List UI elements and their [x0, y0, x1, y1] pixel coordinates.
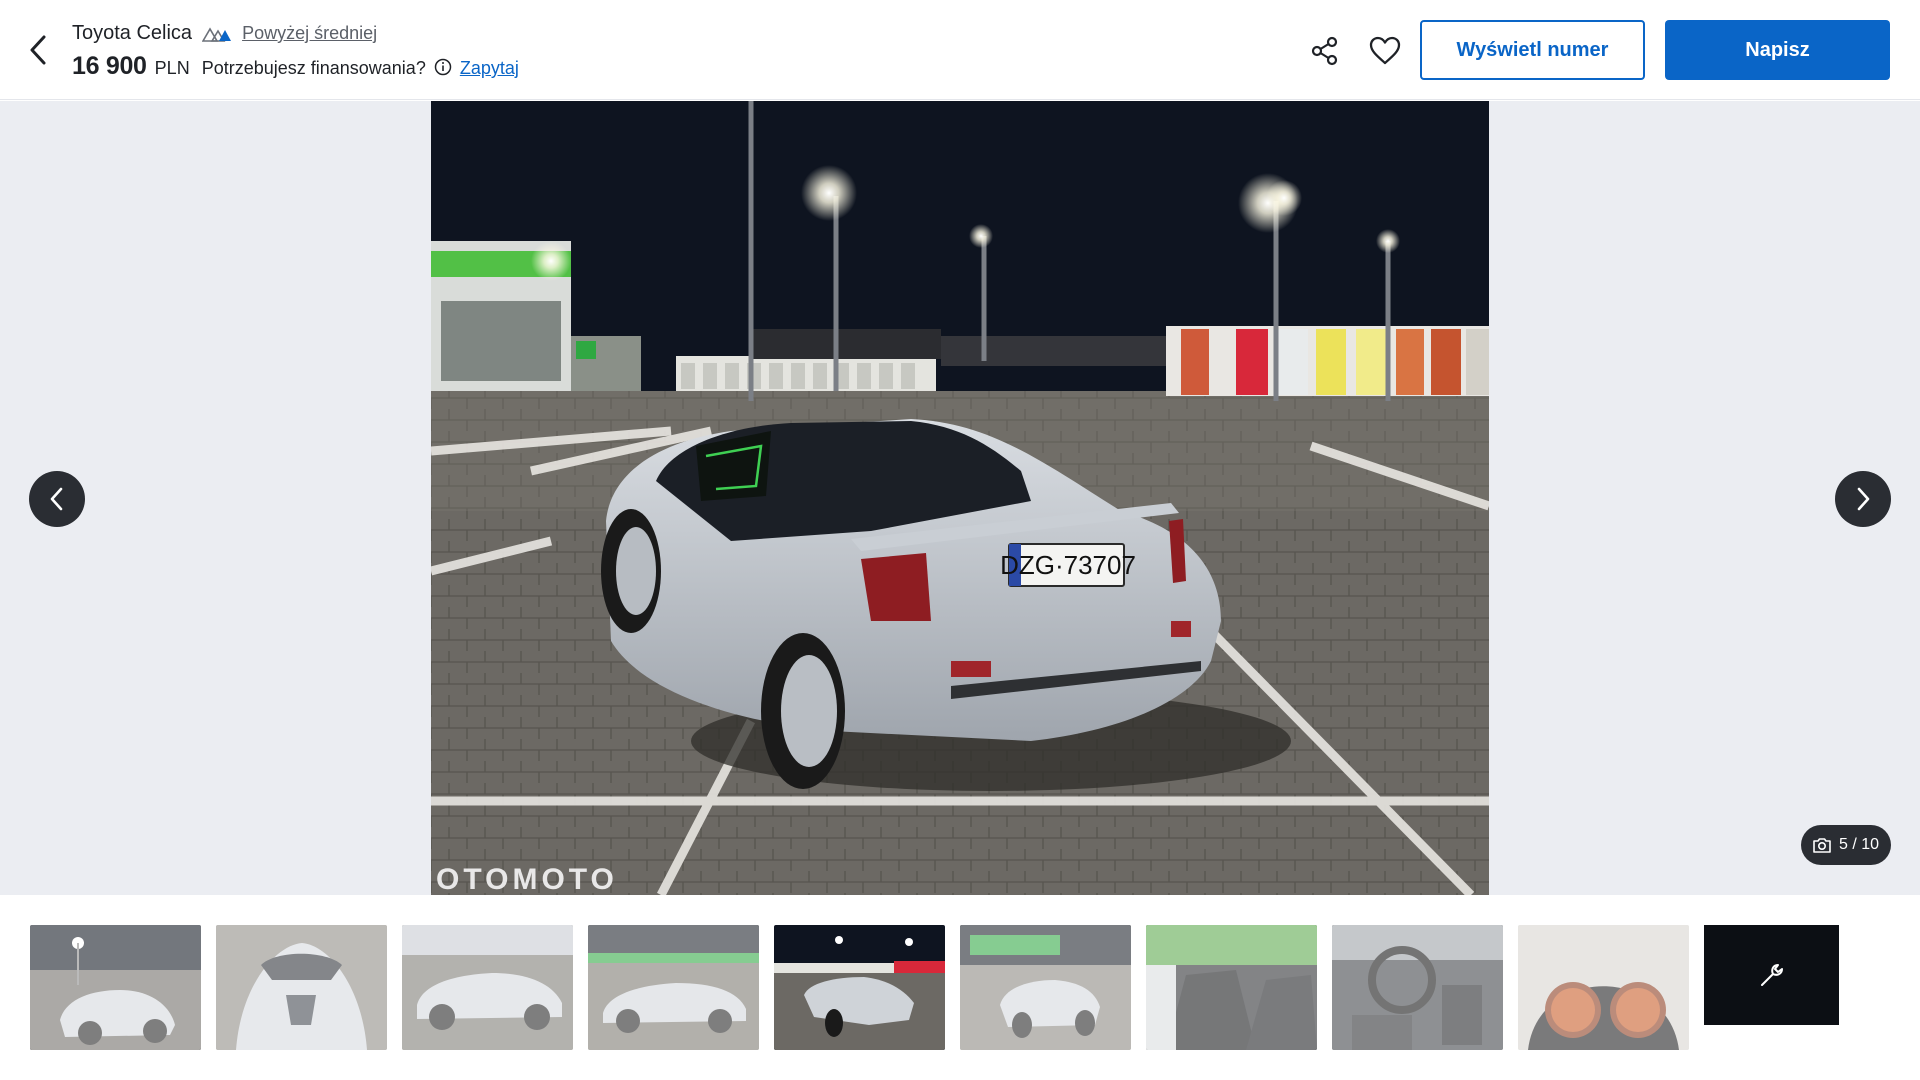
car-photo-illustration: DZG·73707 [431, 101, 1489, 895]
financing-question: Potrzebujesz finansowania? [201, 58, 426, 78]
thumbnail-image [30, 925, 201, 1050]
title-line: Toyota Celica Powyżej średniej [72, 22, 377, 45]
chevron-left-icon [30, 35, 46, 65]
main-photo[interactable]: DZG·73707 [431, 101, 1489, 895]
price-indicator-icon [202, 26, 232, 42]
thumbnail-8[interactable] [1332, 925, 1503, 1050]
more-photos-button[interactable] [1704, 925, 1839, 1025]
price-currency: PLN [154, 58, 190, 78]
write-message-button[interactable]: Napisz [1665, 20, 1890, 80]
thumbnail-image [960, 925, 1131, 1050]
thumbnail-4[interactable] [588, 925, 759, 1050]
back-button[interactable] [22, 30, 54, 70]
info-icon[interactable] [434, 58, 452, 76]
thumbnail-1[interactable] [30, 925, 201, 1050]
thumbnail-7[interactable] [1146, 925, 1317, 1050]
license-plate-text: DZG·73707 [1000, 550, 1136, 580]
price-evaluation-badge[interactable]: Powyżej średniej [242, 23, 377, 44]
thumbnail-6[interactable] [960, 925, 1131, 1050]
ask-financing-link[interactable]: Zapytaj [460, 58, 519, 79]
thumbnail-2[interactable] [216, 925, 387, 1050]
price-line: 16 900 PLN Potrzebujesz finansowania? Za… [72, 52, 519, 81]
photo-gallery: DZG·73707 OTOMOTO 5 / 10 [0, 101, 1920, 896]
photo-watermark: OTOMOTO [436, 863, 618, 896]
next-photo-button[interactable] [1835, 471, 1891, 527]
thumbnail-9[interactable] [1518, 925, 1689, 1050]
thumbnail-image [1332, 925, 1503, 1050]
wrench-icon [1760, 964, 1783, 986]
previous-photo-button[interactable] [29, 471, 85, 527]
show-number-button[interactable]: Wyświetl numer [1420, 20, 1645, 80]
share-button[interactable] [1308, 34, 1342, 68]
photo-counter[interactable]: 5 / 10 [1801, 825, 1891, 865]
thumbnail-image [1518, 925, 1689, 1050]
chevron-right-icon [1857, 487, 1870, 511]
thumbnail-5-active[interactable] [774, 925, 945, 1050]
thumbnail-strip [0, 925, 1920, 1051]
chevron-left-icon [50, 487, 63, 511]
thumbnail-image [774, 925, 945, 1050]
thumbnail-3[interactable] [402, 925, 573, 1050]
camera-icon [1813, 838, 1831, 853]
thumbnail-image [1146, 925, 1317, 1050]
share-icon [1311, 36, 1338, 66]
price-value: 16 900 [72, 52, 147, 80]
thumbnail-image [588, 925, 759, 1050]
listing-header: Toyota Celica Powyżej średniej 16 900 PL… [0, 0, 1920, 100]
heart-icon [1369, 36, 1401, 65]
favorite-button[interactable] [1368, 34, 1402, 68]
photo-counter-text: 5 / 10 [1838, 836, 1880, 853]
thumbnail-image [402, 925, 573, 1050]
listing-title: Toyota Celica [72, 22, 193, 44]
thumbnail-image [216, 925, 387, 1050]
